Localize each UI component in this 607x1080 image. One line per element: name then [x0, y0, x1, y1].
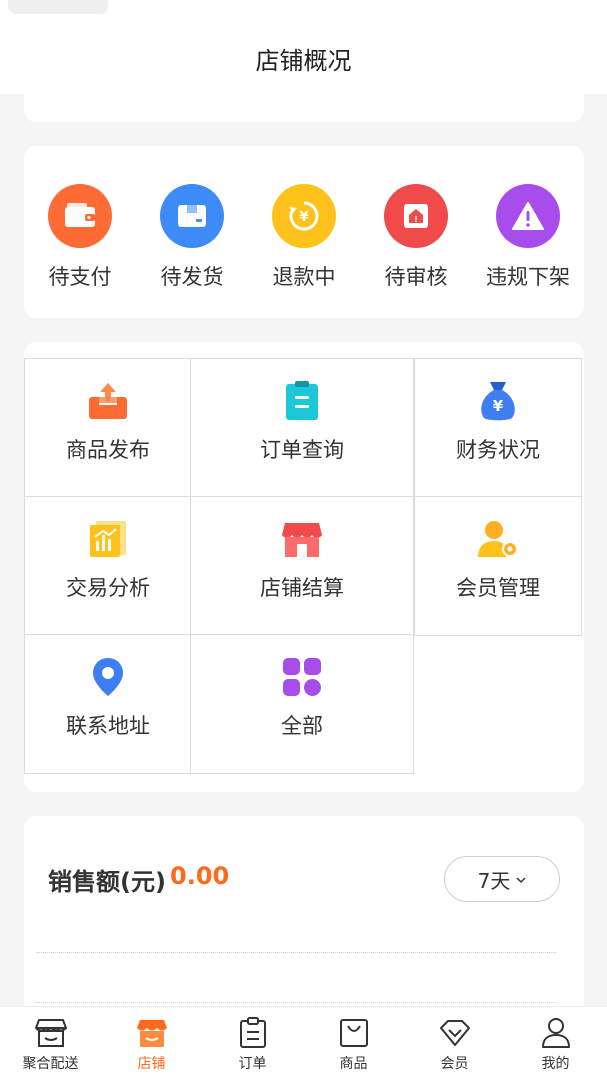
review-icon: ! [384, 184, 448, 248]
grid-item-store-settlement[interactable]: 店铺结算 [190, 496, 414, 636]
wallet-icon [48, 184, 112, 248]
tab-label: 聚合配送 [22, 1056, 79, 1072]
function-grid-card: 商品发布 订单查询 ¥ 财务状况 交易分析 店铺结算 会员管理 联系地址 全部 [24, 342, 584, 792]
vip-icon [404, 1015, 505, 1051]
tab-me[interactable]: 我的 [505, 1015, 606, 1073]
sales-value: 0.00 [170, 862, 230, 890]
grid-item-product-publish[interactable]: 商品发布 [24, 358, 192, 498]
grid-item-label: 商品发布 [66, 438, 150, 462]
overview-card [24, 80, 584, 122]
status-label: 待支付 [48, 265, 112, 289]
page-title: 店铺概况 [255, 47, 352, 75]
grid-item-label: 店铺结算 [260, 576, 344, 600]
bag-icon [303, 1015, 404, 1051]
order-status-card: 待支付 待发货 ¥ 退款中 ! 待审核 违规下架 [24, 146, 584, 318]
grid-item-finance[interactable]: ¥ 财务状况 [414, 358, 582, 498]
tab-members[interactable]: 会员 [404, 1015, 505, 1073]
status-item-pending-review[interactable]: ! 待审核 [360, 184, 472, 290]
status-item-pending-payment[interactable]: 待支付 [24, 184, 136, 290]
tab-label: 商品 [339, 1056, 368, 1072]
grid-item-label: 联系地址 [66, 714, 150, 738]
tab-products[interactable]: 商品 [303, 1015, 404, 1073]
tab-label: 我的 [541, 1056, 570, 1072]
status-label: 退款中 [272, 265, 336, 289]
grid-item-order-query[interactable]: 订单查询 [190, 358, 414, 498]
warning-icon [496, 184, 560, 248]
location-icon [86, 655, 130, 699]
order-icon [202, 1015, 303, 1051]
tab-shop[interactable]: 店铺 [101, 1015, 202, 1073]
grid-item-contact-address[interactable]: 联系地址 [24, 634, 192, 774]
clipboard-icon [280, 379, 324, 423]
grid-item-label: 订单查询 [260, 438, 344, 462]
grid-item-all[interactable]: 全部 [190, 634, 414, 774]
range-label: 7天 [477, 868, 511, 893]
chart-gridline [36, 1002, 556, 1003]
tab-delivery[interactable]: 聚合配送 [0, 1015, 101, 1073]
refund-icon: ¥ [272, 184, 336, 248]
tab-orders[interactable]: 订单 [202, 1015, 303, 1073]
tab-label: 会员 [440, 1056, 469, 1072]
grid-icon [280, 655, 324, 699]
tab-label: 店铺 [137, 1056, 166, 1072]
upload-icon [86, 379, 130, 423]
user-icon [505, 1015, 606, 1051]
grid-item-member-management[interactable]: 会员管理 [414, 496, 582, 636]
sales-card: 销售额(元) 0.00 7天 [24, 816, 584, 1026]
svg-text:¥: ¥ [493, 397, 504, 415]
grid-item-trade-analysis[interactable]: 交易分析 [24, 496, 192, 636]
svg-text:¥: ¥ [299, 210, 308, 225]
status-label: 待审核 [384, 265, 448, 289]
status-label: 违规下架 [486, 265, 570, 289]
tab-label: 订单 [238, 1056, 267, 1072]
grid-item-label: 会员管理 [456, 576, 540, 600]
grid-item-label: 全部 [281, 714, 323, 738]
shop-icon [101, 1015, 202, 1051]
status-item-violation-removed[interactable]: 违规下架 [472, 184, 584, 290]
package-icon [160, 184, 224, 248]
range-select[interactable]: 7天 [444, 856, 560, 902]
status-label: 待发货 [160, 265, 224, 289]
grid-item-label: 交易分析 [66, 576, 150, 600]
bottom-tab-bar: 聚合配送 店铺 订单 商品 会员 我的 [0, 1006, 607, 1080]
delivery-icon [0, 1015, 101, 1051]
chart-gridline [36, 952, 556, 953]
status-bar [8, 0, 108, 14]
store-icon [280, 517, 324, 561]
chevron-down-icon [516, 873, 526, 887]
chart-icon [86, 517, 130, 561]
grid-item-label: 财务状况 [456, 438, 540, 462]
member-settings-icon [476, 517, 520, 561]
sales-title: 销售额(元) [48, 868, 166, 896]
status-item-pending-shipment[interactable]: 待发货 [136, 184, 248, 290]
status-item-refunding[interactable]: ¥ 退款中 [248, 184, 360, 290]
svg-text:!: ! [414, 215, 418, 224]
money-bag-icon: ¥ [476, 379, 520, 423]
